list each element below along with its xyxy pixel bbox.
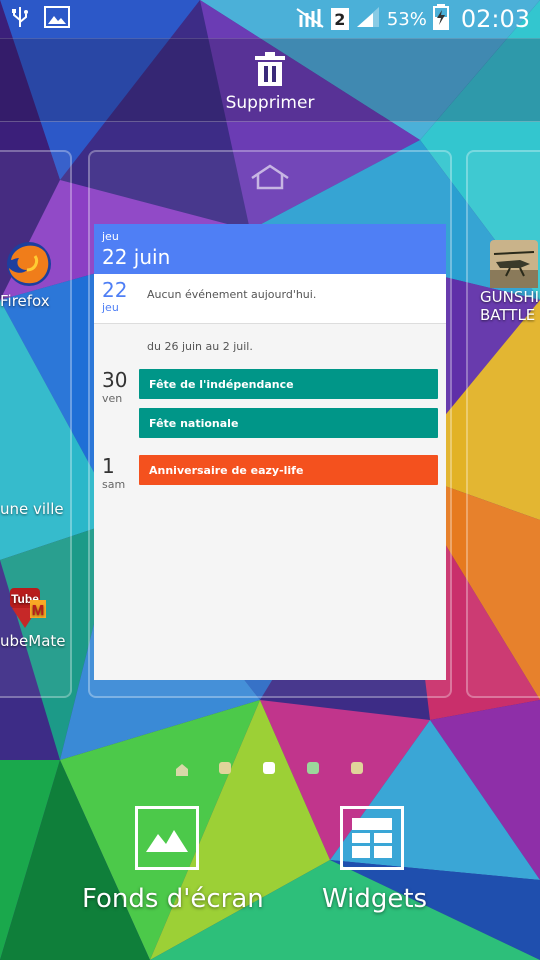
page-dot[interactable] <box>307 762 319 774</box>
app-label-line2: BATTLE <box>480 306 536 324</box>
event-item[interactable]: Fête nationale <box>139 408 438 438</box>
app-label-line1: GUNSHI <box>480 288 540 306</box>
wallpaper-label: Fonds d'écran <box>82 884 264 914</box>
today-number: 22 <box>102 278 128 302</box>
firefox-icon <box>2 240 56 292</box>
no-signal-icon <box>295 5 325 33</box>
wallpaper-icon <box>135 806 199 870</box>
status-bar: 2 53% 02:03 <box>0 0 540 38</box>
page-dot[interactable] <box>219 762 231 774</box>
sim-slot-badge: 2 <box>330 8 349 30</box>
page-dot-current[interactable] <box>263 762 275 774</box>
calendar-widget[interactable]: jeu 22 juin 22 jeu Aucun événement aujou… <box>94 224 446 680</box>
tubemate-icon: Tube M <box>6 586 46 632</box>
page-panel-right[interactable] <box>466 150 540 698</box>
day-number: 1 <box>102 454 115 478</box>
app-gunship-battle[interactable]: GUNSHI BATTLE <box>480 240 540 324</box>
battery-charging-icon <box>432 4 449 34</box>
app-label-tubemate: ubeMate <box>0 632 66 650</box>
delete-label: Supprimer <box>225 93 315 113</box>
gunship-battle-icon <box>490 240 538 288</box>
app-label-firefox: Firefox <box>0 292 50 310</box>
day-name: ven <box>102 392 123 405</box>
widgets-label: Widgets <box>322 884 428 914</box>
calendar-header-date: 22 juin <box>102 245 171 269</box>
day-name: sam <box>102 478 126 491</box>
page-dot[interactable] <box>351 762 363 774</box>
no-event-text: Aucun événement aujourd'hui. <box>147 288 317 301</box>
event-item[interactable]: Anniversaire de eazy-life <box>139 455 438 485</box>
event-item[interactable]: Fête de l'indépendance <box>139 369 438 399</box>
today-day: jeu <box>102 301 119 314</box>
app-label-une-ville: une ville <box>0 500 64 518</box>
home-dot-icon[interactable] <box>175 762 188 776</box>
calendar-header-day: jeu <box>102 230 119 243</box>
clock: 02:03 <box>460 5 530 33</box>
signal-icon <box>355 5 381 33</box>
today-row[interactable]: 22 jeu Aucun événement aujourd'hui. <box>94 274 446 324</box>
trash-icon <box>253 52 287 91</box>
top-action-bar: Supprimer <box>0 38 540 122</box>
app-tubemate[interactable]: Tube M ubeMate <box>0 586 66 650</box>
wallpaper-button[interactable]: Fonds d'écran <box>82 806 264 914</box>
app-firefox[interactable]: Firefox <box>0 240 56 310</box>
page-indicator <box>175 760 365 776</box>
app-une-ville[interactable]: une ville <box>0 500 64 518</box>
svg-text:M: M <box>32 602 45 619</box>
widgets-button[interactable]: Widgets <box>322 806 428 914</box>
battery-percent: 53% <box>386 8 427 30</box>
day-number: 30 <box>102 368 128 392</box>
image-notification-icon <box>44 6 70 32</box>
date-range: du 26 juin au 2 juil. <box>147 340 253 353</box>
widgets-icon <box>340 806 404 870</box>
delete-button[interactable]: Supprimer <box>220 51 320 113</box>
usb-icon <box>10 6 30 32</box>
home-page-icon[interactable] <box>250 164 290 194</box>
calendar-header[interactable]: jeu 22 juin <box>94 224 446 274</box>
